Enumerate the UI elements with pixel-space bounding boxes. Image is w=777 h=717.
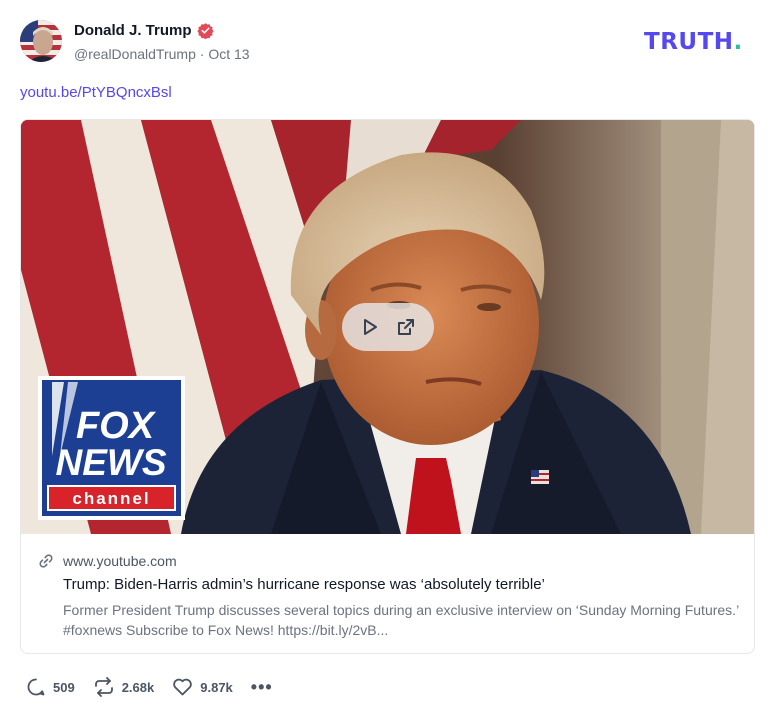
- video-thumbnail[interactable]: FOX NEWS channel: [21, 120, 754, 534]
- truth-logo-text: TRUTH: [644, 29, 734, 55]
- author-meta: @realDonaldTrump · Oct 13: [74, 46, 250, 62]
- post-actions: 509 2.68k 9.87k •••: [26, 676, 291, 698]
- author-display-name[interactable]: Donald J. Trump: [74, 22, 192, 39]
- avatar[interactable]: [20, 20, 62, 62]
- card-description: Former President Trump discusses several…: [63, 602, 739, 638]
- card-domain: www.youtube.com: [63, 553, 177, 569]
- truth-logo-dot: .: [733, 29, 743, 55]
- more-button[interactable]: •••: [250, 677, 273, 697]
- fox-logo-line-3: channel: [72, 489, 150, 508]
- link-icon: [38, 553, 54, 569]
- link-preview-card[interactable]: FOX NEWS channel www.youtube.com Trump: …: [20, 119, 755, 654]
- video-controls: [342, 303, 434, 351]
- card-domain-row: www.youtube.com: [38, 553, 177, 569]
- play-icon[interactable]: [360, 317, 380, 337]
- post-link[interactable]: youtu.be/PtYBQncxBsl: [20, 84, 172, 101]
- meta-separator: ·: [199, 46, 205, 62]
- author-name-row: Donald J. Trump: [74, 22, 214, 40]
- external-link-icon[interactable]: [396, 317, 416, 337]
- fox-logo-line-1: FOX: [76, 405, 157, 447]
- fox-logo-line-2: NEWS: [56, 442, 167, 483]
- post-date[interactable]: Oct 13: [208, 46, 249, 62]
- retruth-icon: [94, 677, 113, 697]
- fox-news-channel-logo: FOX NEWS channel: [38, 376, 185, 520]
- card-title[interactable]: Trump: Biden-Harris admin’s hurricane re…: [63, 576, 545, 593]
- like-icon: [173, 678, 193, 696]
- like-button[interactable]: 9.87k: [172, 677, 233, 697]
- retruth-count: 2.68k: [121, 679, 155, 695]
- more-icon: •••: [250, 677, 273, 697]
- author-handle[interactable]: @realDonaldTrump: [74, 46, 196, 62]
- verified-badge-icon: [196, 22, 214, 40]
- like-count: 9.87k: [200, 679, 233, 695]
- truth-post: Donald J. Trump @realDonaldTrump · Oct 1…: [0, 0, 777, 717]
- card-meta[interactable]: www.youtube.com Trump: Biden-Harris admi…: [21, 534, 754, 653]
- reply-count: 509: [53, 679, 75, 695]
- truth-logo[interactable]: TRUTH.: [644, 29, 743, 55]
- retruth-button[interactable]: 2.68k: [93, 677, 155, 697]
- reply-button[interactable]: 509: [26, 677, 75, 697]
- reply-icon: [27, 678, 45, 696]
